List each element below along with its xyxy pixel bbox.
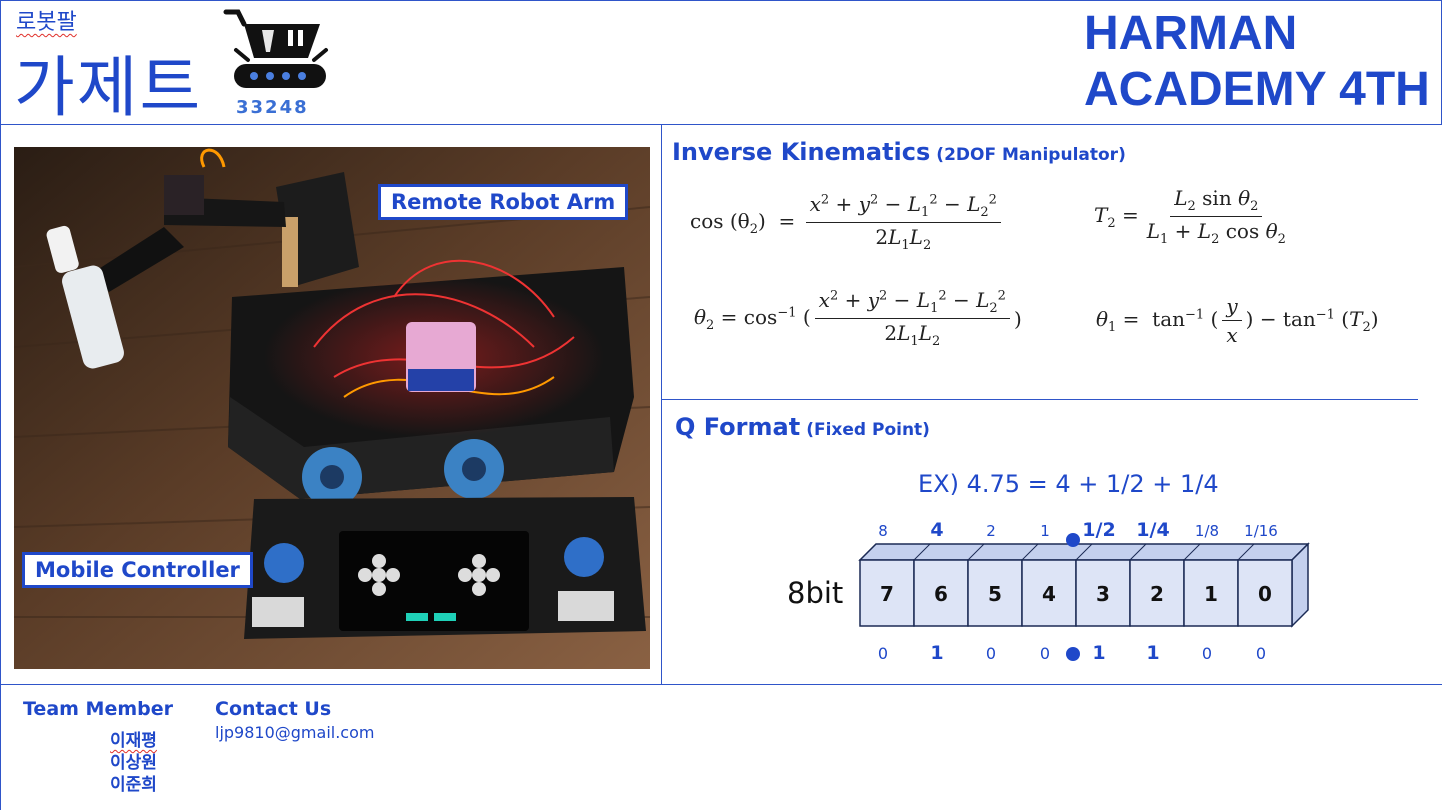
cart-robot-icon: 33248 [223, 9, 328, 118]
bit-weight-label: 8 [878, 522, 888, 540]
team-member-3: 이준희 [110, 775, 157, 795]
equation-cos-theta2: cos (θ2) = x2 + y2 − L12 − L22 2L1L2 [690, 192, 1005, 253]
bit-weight-label: 1/8 [1195, 522, 1219, 540]
ik-title-text: Inverse Kinematics [672, 138, 931, 166]
q-format-example: EX) 4.75 = 4 + 1/2 + 1/4 [918, 470, 1219, 498]
binary-point-bottom [1066, 647, 1080, 661]
academy-line-2: ACADEMY 4TH [1084, 63, 1430, 116]
bit-index-label: 7 [880, 582, 894, 606]
bit-value-label: 0 [1256, 644, 1266, 663]
register-cells: 7 8 0 6 4 1 5 2 0 4 1 0 3 1/2 1 2 1/4 1 1 1/8 0 0 1/16 0 [858, 519, 1310, 664]
equation-t2: T2 = L2 sin θ2 L1 + L2 cos θ2 [1094, 186, 1286, 247]
bit-weight-label: 1 [1040, 522, 1050, 540]
team-member-heading: Team Member [23, 698, 174, 720]
binary-point-top [1066, 533, 1080, 547]
bit-value-label: 0 [986, 644, 996, 663]
bit-value-label: 0 [878, 644, 888, 663]
footer-divider [0, 684, 1442, 685]
academy-line-1: HARMAN [1084, 7, 1298, 60]
contact-email[interactable]: ljp9810@gmail.com [215, 723, 374, 742]
bit-value-label: 1 [1092, 642, 1105, 664]
equation-theta1: θ1 = tan−1 ( yx ) − tan−1 (T2) [1096, 294, 1379, 347]
ik-subtitle: (2DOF Manipulator) [936, 145, 1126, 165]
team-member-2: 이상원 [110, 753, 157, 773]
q-format-subtitle: (Fixed Point) [806, 420, 930, 440]
q-format-title: Q Format (Fixed Point) [675, 413, 930, 441]
bit-value-label: 1 [930, 642, 943, 664]
bit-index-label: 2 [1150, 582, 1164, 606]
q-format-title-text: Q Format [675, 413, 801, 441]
bit-weight-label: 1/2 [1082, 519, 1115, 541]
contact-us-heading: Contact Us [215, 698, 332, 720]
bit-weight-label: 2 [986, 522, 996, 540]
center-divider [661, 124, 662, 685]
page-left-border [0, 0, 1, 810]
bit-register-diagram: 7 8 0 6 4 1 5 2 0 4 1 0 3 1/2 1 2 1/4 1 1 1/8 0 0 1/16 0 [858, 519, 1310, 664]
bit-index-label: 1 [1204, 582, 1218, 606]
team-member-1: 이재평 [110, 731, 157, 751]
academy-title: HARMAN ACADEMY 4TH [1084, 6, 1430, 118]
robot-photo-illustration [14, 147, 650, 669]
bit-index-label: 0 [1258, 582, 1272, 606]
bit-index-label: 6 [934, 582, 948, 606]
bit-index-label: 3 [1096, 582, 1110, 606]
team-logo: 33248 [222, 6, 334, 118]
header-divider [0, 124, 1442, 125]
bit-index-label: 5 [988, 582, 1002, 606]
bit-weight-label: 1/4 [1136, 519, 1169, 541]
bit-value-label: 0 [1040, 644, 1050, 663]
callout-remote-robot-arm: Remote Robot Arm [378, 184, 629, 220]
team-member-list: 이재평 이상원 이준희 [110, 730, 157, 796]
bit-index-label: 4 [1042, 582, 1056, 606]
brand-small-title: 로봇팔 [16, 10, 77, 35]
bit-weight-label: 4 [930, 519, 943, 541]
bit-value-label: 1 [1146, 642, 1159, 664]
bit-weight-label: 1/16 [1244, 522, 1278, 540]
equation-theta2: θ2 = cos−1 ( x2 + y2 − L12 − L22 2L1L2 ) [694, 288, 1022, 349]
bit-value-label: 0 [1202, 644, 1212, 663]
logo-number: 33248 [236, 97, 309, 118]
page-top-border [0, 0, 1442, 1]
ik-title: Inverse Kinematics (2DOF Manipulator) [672, 138, 1126, 166]
robot-photo: Remote Robot Arm Mobile Controller [14, 147, 650, 669]
callout-mobile-controller: Mobile Controller [22, 552, 253, 588]
brand-big-title: 가제트 [14, 49, 203, 126]
ik-q-divider [661, 399, 1418, 400]
